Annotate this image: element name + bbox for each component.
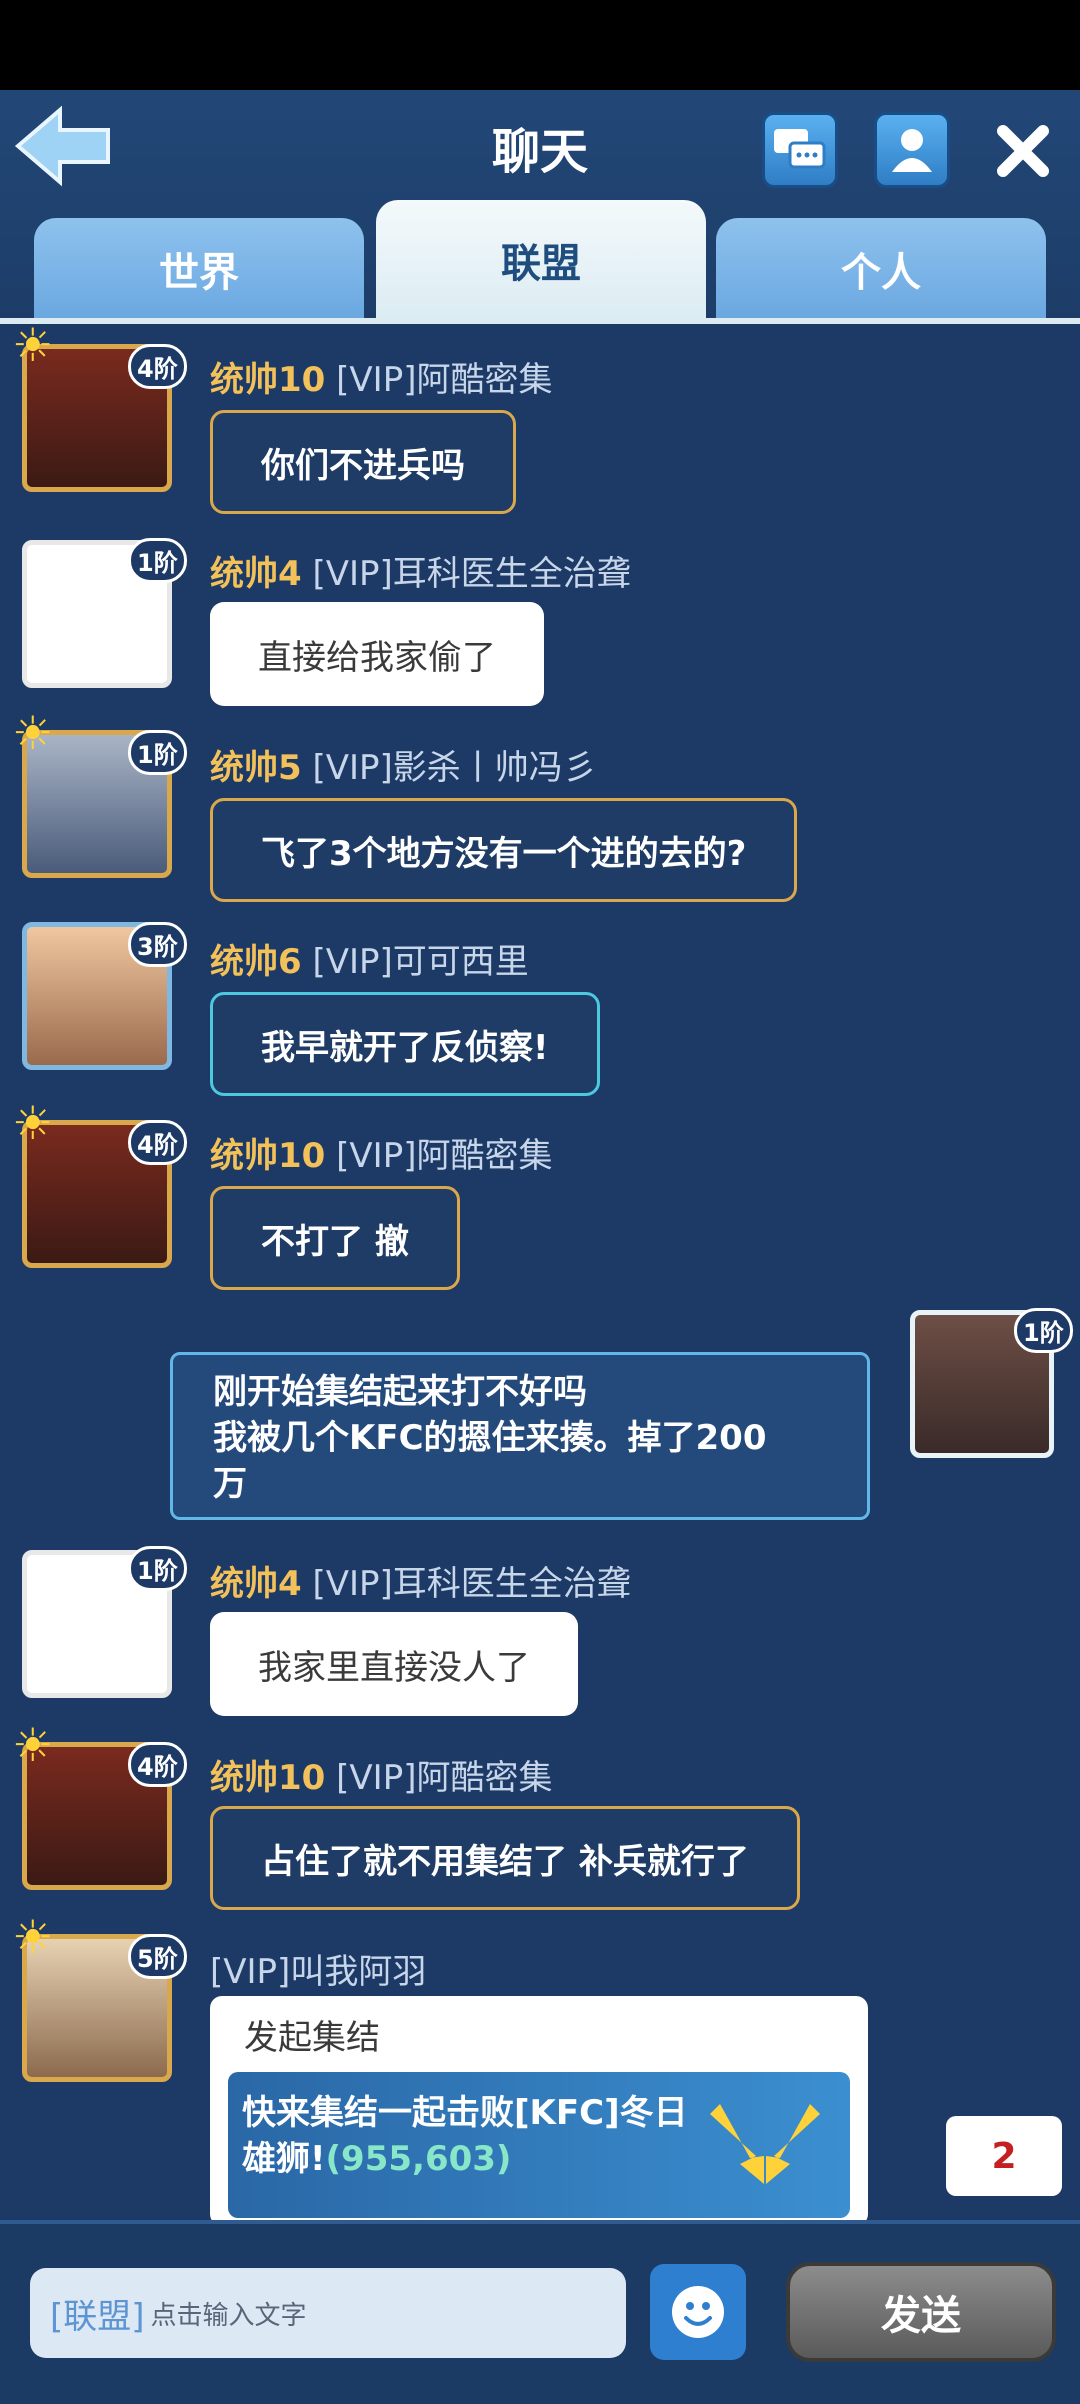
contacts-button[interactable] <box>874 112 950 188</box>
message-bubble[interactable]: 我早就开了反侦察! <box>210 992 600 1096</box>
self-message-bubble[interactable]: 刚开始集结起来打不好吗 我被几个KFC的摁住来揍。掉了200 万 <box>170 1352 870 1520</box>
person-icon <box>892 129 932 172</box>
message-bubble[interactable]: 飞了3个地方没有一个进的去的? <box>210 798 798 902</box>
close-icon <box>997 125 1049 177</box>
rank-badge: 3阶 <box>128 922 187 967</box>
rally-card[interactable]: 发起集结 快来集结一起击败[KFC]冬日雄狮!(955,603) <box>210 1996 868 2226</box>
sun-frame-icon: ☀ <box>12 1096 54 1150</box>
close-button[interactable] <box>988 116 1058 186</box>
message-input[interactable]: [联盟] 点击输入文字 <box>30 2268 626 2358</box>
rally-title: 发起集结 <box>244 2018 380 2058</box>
rally-invite[interactable]: 快来集结一起击败[KFC]冬日雄狮!(955,603) <box>228 2072 850 2218</box>
rank-badge: 1阶 <box>128 730 187 775</box>
sun-frame-icon: ☀ <box>12 1910 54 1964</box>
sun-frame-icon: ☀ <box>12 1718 54 1772</box>
channel-tag: [联盟] <box>50 2296 145 2337</box>
unread-count-badge[interactable]: 2 <box>946 2116 1062 2196</box>
rank-badge: 5阶 <box>128 1934 187 1979</box>
rank-badge: 1阶 <box>128 538 187 583</box>
sun-frame-icon: ☀ <box>12 706 54 760</box>
message-bubble[interactable]: 占住了就不用集结了 补兵就行了 <box>210 1806 800 1910</box>
rally-text: 快来集结一起击败[KFC]冬日雄狮!(955,603) <box>242 2093 688 2179</box>
tab-alliance[interactable]: 联盟 <box>376 200 706 320</box>
rank-badge: 1阶 <box>1014 1308 1073 1353</box>
sun-frame-icon: ☀ <box>12 318 54 372</box>
sender-name: 统帅6 [VIP]可可西里 <box>210 942 529 982</box>
self-message-line: 我被几个KFC的摁住来揍。掉了200 <box>213 1418 767 1458</box>
sender-name: 统帅10 [VIP]阿酷密集 <box>210 1136 553 1176</box>
sender-name: 统帅10 [VIP]阿酷密集 <box>210 1758 553 1798</box>
message-bubble[interactable]: 直接给我家偷了 <box>210 602 544 706</box>
input-placeholder: 点击输入文字 <box>150 2300 307 2331</box>
message-bubble[interactable]: 不打了 撤 <box>210 1186 460 1290</box>
send-button[interactable]: 发送 <box>786 2262 1056 2362</box>
chat-bubbles-icon <box>774 129 826 169</box>
sender-name: 统帅10 [VIP]阿酷密集 <box>210 360 553 400</box>
sender-name: [VIP]叫我阿羽 <box>210 1952 427 1992</box>
rank-badge: 4阶 <box>128 344 187 389</box>
rank-badge: 1阶 <box>128 1546 187 1591</box>
status-bar <box>0 0 1080 90</box>
rank-badge: 4阶 <box>128 1742 187 1787</box>
smiley-icon <box>672 2286 724 2338</box>
rally-coordinates: (955,603) <box>325 2139 512 2179</box>
tab-world[interactable]: 世界 <box>34 218 364 320</box>
self-message-line: 刚开始集结起来打不好吗 <box>213 1372 587 1412</box>
self-message-line: 万 <box>213 1464 247 1504</box>
tab-personal[interactable]: 个人 <box>716 218 1046 320</box>
message-bubble[interactable]: 你们不进兵吗 <box>210 410 516 514</box>
sender-name: 统帅4 [VIP]耳科医生全治聋 <box>210 1564 631 1604</box>
chat-channels-button[interactable] <box>762 112 838 188</box>
rank-badge: 4阶 <box>128 1120 187 1165</box>
sender-name: 统帅5 [VIP]影杀丨帅冯彡 <box>210 748 597 788</box>
sender-name: 统帅4 [VIP]耳科医生全治聋 <box>210 554 631 594</box>
emoji-button[interactable] <box>650 2264 746 2360</box>
rally-arrows-icon <box>710 2104 820 2184</box>
message-bubble[interactable]: 我家里直接没人了 <box>210 1612 578 1716</box>
tab-divider <box>0 318 1080 324</box>
